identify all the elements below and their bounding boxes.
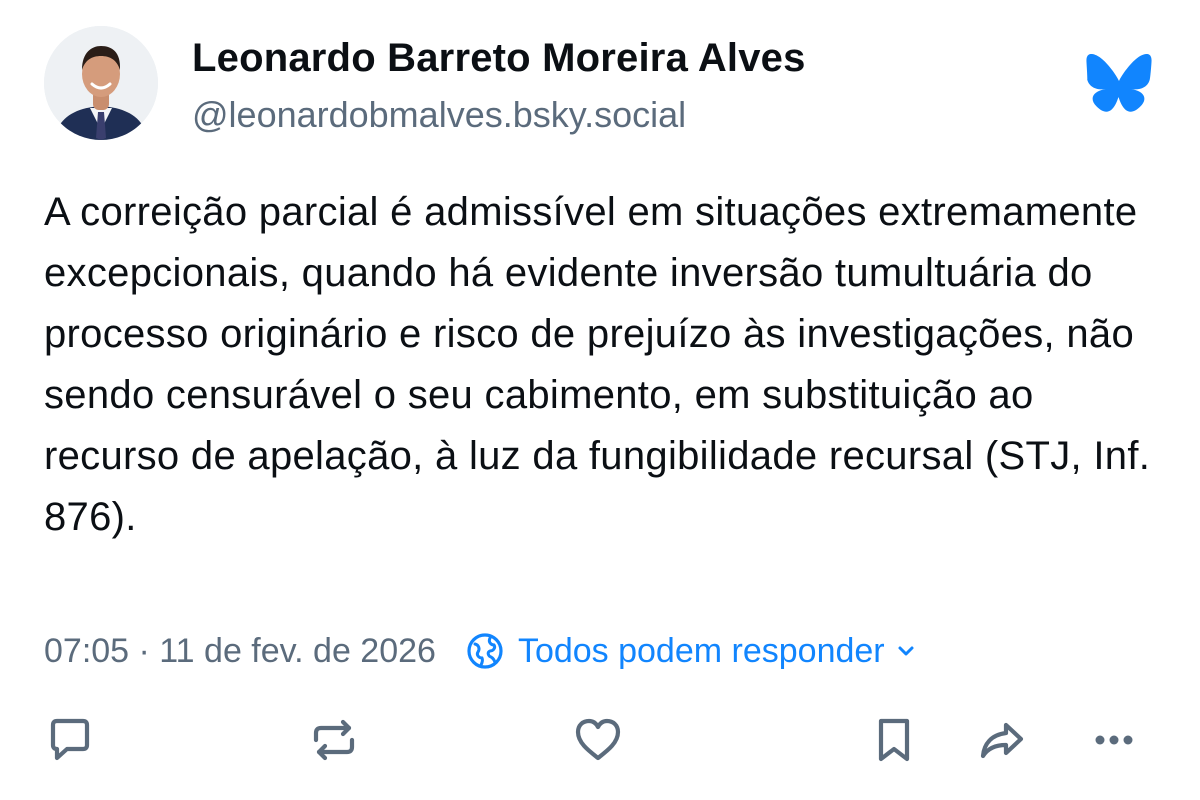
bluesky-butterfly-icon[interactable] [1086, 53, 1152, 112]
post-timestamp[interactable]: 07:05 · 11 de fev. de 2026 [44, 632, 436, 671]
repost-arrows-icon [313, 719, 355, 761]
reply-setting-button[interactable]: Todos podem responder [466, 632, 917, 671]
globe-icon [467, 633, 503, 669]
chevron-down-icon [898, 646, 914, 656]
avatar[interactable] [44, 26, 158, 140]
share-arrow-icon [980, 722, 1024, 759]
bookmark-icon [878, 718, 910, 762]
post-text: A correição parcial é admissível em situ… [44, 190, 1151, 539]
speech-bubble-icon [50, 718, 90, 761]
share-button[interactable] [972, 710, 1032, 770]
bluesky-post: Leonardo Barreto Moreira Alves @leonardo… [0, 0, 1200, 800]
post-meta: 07:05 · 11 de fev. de 2026 Todos podem r… [44, 626, 917, 676]
author-handle[interactable]: @leonardobmalves.bsky.social [192, 94, 686, 136]
post-actions [0, 710, 1200, 770]
avatar-photo [44, 26, 158, 140]
reply-setting-label: Todos podem responder [517, 631, 885, 670]
bookmark-button[interactable] [864, 710, 924, 770]
ellipsis-icon [1095, 735, 1133, 745]
reply-button[interactable] [40, 710, 100, 770]
author-display-name[interactable]: Leonardo Barreto Moreira Alves [192, 36, 806, 81]
more-options-button[interactable] [1084, 710, 1144, 770]
like-button[interactable] [568, 710, 628, 770]
repost-button[interactable] [304, 710, 364, 770]
heart-icon [575, 718, 621, 761]
